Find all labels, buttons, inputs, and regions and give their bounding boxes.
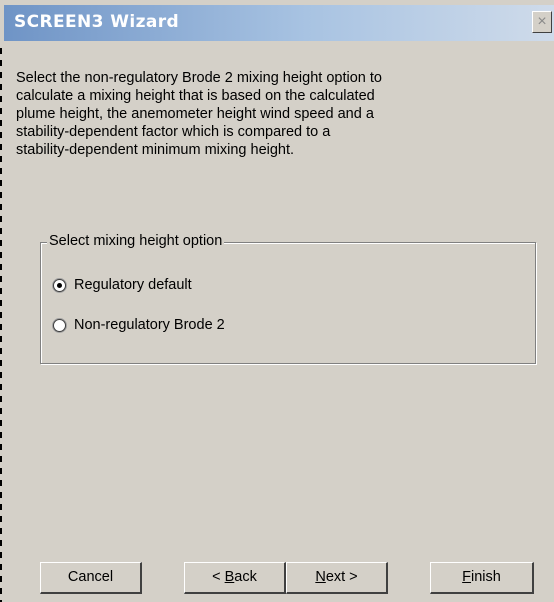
instruction-line: Select the non-regulatory Brode 2 mixing… bbox=[16, 70, 382, 86]
finish-button[interactable]: Finish bbox=[430, 562, 534, 594]
instruction-line: plume height, the anemometer height wind… bbox=[16, 106, 374, 122]
back-mnemonic: B bbox=[224, 569, 235, 585]
window-title: SCREEN3 Wizard bbox=[14, 12, 180, 32]
instruction-line: calculate a mixing height that is based … bbox=[16, 88, 375, 104]
radio-brode-2[interactable]: Non-regulatory Brode 2 bbox=[53, 317, 225, 333]
radio-regulatory-default[interactable]: Regulatory default bbox=[53, 277, 192, 293]
groupbox-label: Select mixing height option bbox=[47, 233, 225, 249]
instruction-line: stability-dependent factor which is comp… bbox=[16, 124, 331, 140]
close-icon: × bbox=[537, 13, 547, 30]
radio-button-unchecked[interactable] bbox=[53, 318, 66, 332]
window-left-edge bbox=[0, 48, 2, 602]
radio-button-checked[interactable] bbox=[53, 278, 66, 292]
cancel-label: Cancel bbox=[67, 569, 114, 585]
close-button[interactable]: × bbox=[532, 11, 552, 33]
next-mnemonic: N bbox=[315, 569, 326, 585]
next-button[interactable]: Next > bbox=[286, 562, 388, 594]
title-bar[interactable]: SCREEN3 Wizard × bbox=[4, 5, 554, 41]
mixing-height-groupbox: Select mixing height option Regulatory d… bbox=[40, 233, 536, 364]
back-button[interactable]: < Back bbox=[184, 562, 286, 594]
instruction-line: stability-dependent minimum mixing heigh… bbox=[16, 142, 295, 158]
instruction-text: Select the non-regulatory Brode 2 mixing… bbox=[16, 69, 536, 159]
back-rest: ack bbox=[234, 569, 257, 585]
next-rest: ext > bbox=[325, 569, 358, 585]
finish-mnemonic: F bbox=[462, 569, 472, 585]
wizard-window: SCREEN3 Wizard × Select the non-regulato… bbox=[0, 0, 554, 602]
finish-rest: inish bbox=[471, 569, 501, 585]
radio-label: Non-regulatory Brode 2 bbox=[74, 317, 225, 333]
back-prefix: < bbox=[212, 569, 225, 585]
cancel-button[interactable]: Cancel bbox=[40, 562, 142, 594]
radio-label: Regulatory default bbox=[74, 277, 192, 293]
